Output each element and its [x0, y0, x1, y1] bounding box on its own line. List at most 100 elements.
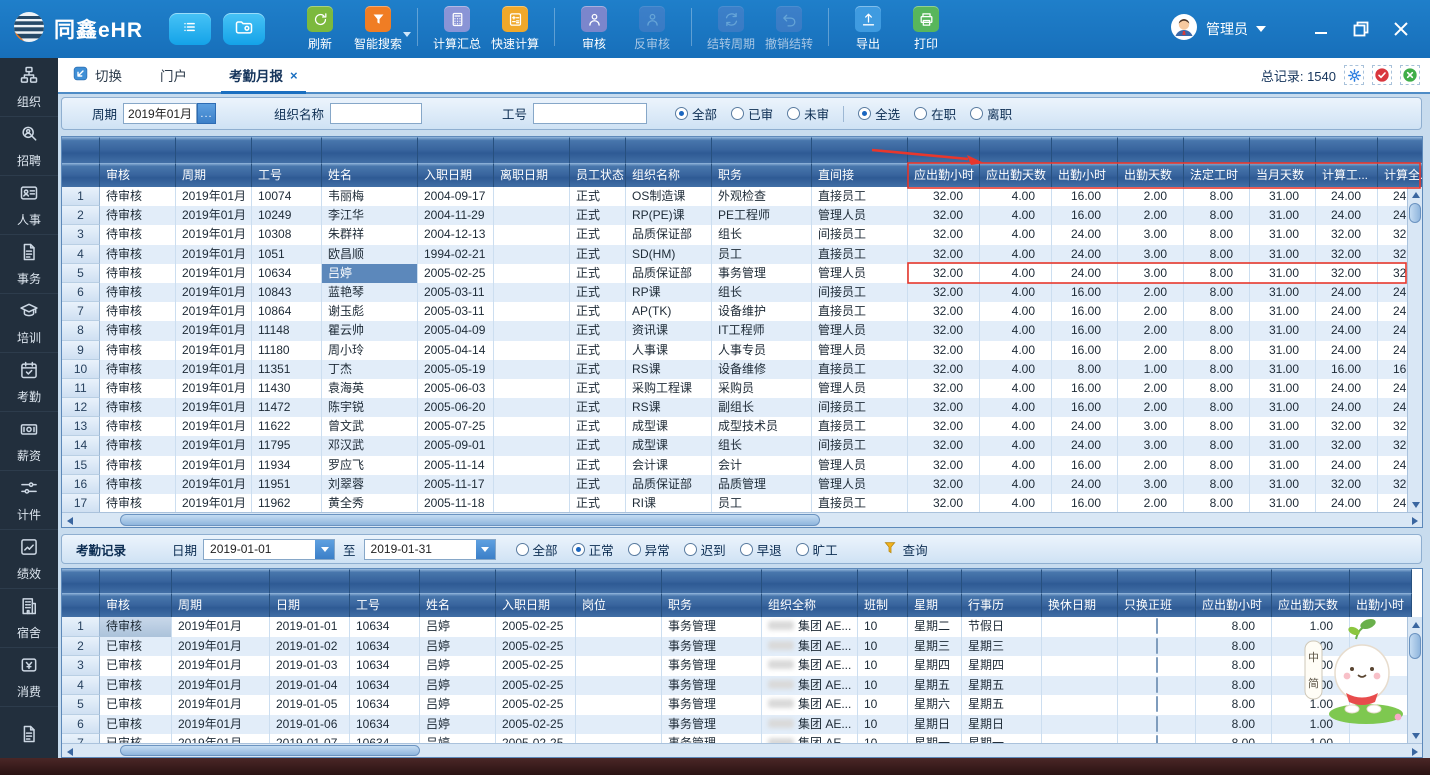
- cell-职务[interactable]: 设备维护: [712, 302, 812, 321]
- cell-职务[interactable]: PE工程师: [712, 206, 812, 225]
- cell-法定工时[interactable]: 8.00: [1184, 283, 1250, 302]
- cell-行事历[interactable]: 节假日: [962, 617, 1042, 637]
- cell-当月天数[interactable]: 31.00: [1250, 379, 1316, 398]
- cell-出勤小时[interactable]: 16.00: [1052, 398, 1118, 417]
- cell-职务[interactable]: 员工: [712, 494, 812, 512]
- cell-只换正班[interactable]: [1118, 637, 1196, 657]
- cell-组织全称[interactable]: 集团 AE...: [762, 617, 858, 637]
- query-button[interactable]: 查询: [882, 540, 928, 559]
- cell-应出勤天数[interactable]: 4.00: [980, 379, 1052, 398]
- cell-工号[interactable]: 10634: [350, 617, 420, 637]
- cell-班制[interactable]: 10: [858, 637, 908, 657]
- cell-工号[interactable]: 11430: [252, 379, 322, 398]
- column-header-周期[interactable]: 周期: [176, 163, 252, 187]
- cell-应出勤天数[interactable]: 4.00: [980, 398, 1052, 417]
- cell-组织名称[interactable]: RI课: [626, 494, 712, 512]
- cell-换休日期[interactable]: [1042, 617, 1118, 637]
- cell-组织全称[interactable]: 集团 AE...: [762, 637, 858, 657]
- cell-审核[interactable]: 待审核: [100, 436, 176, 455]
- cell-职务[interactable]: 事务管理: [662, 617, 762, 637]
- row-number[interactable]: 6: [62, 283, 100, 302]
- cell-法定工时[interactable]: 8.00: [1184, 417, 1250, 436]
- cell-直间接[interactable]: 直接员工: [812, 494, 908, 512]
- cell-出勤小时[interactable]: 8.00: [1052, 360, 1118, 379]
- row-number[interactable]: 5: [62, 695, 100, 715]
- cell-换休日期[interactable]: [1042, 695, 1118, 715]
- column-header-入职日期[interactable]: 入职日期: [418, 163, 494, 187]
- sidebar-item-more[interactable]: [0, 707, 58, 758]
- emp-no-input[interactable]: [533, 103, 647, 124]
- row-number[interactable]: 1: [62, 617, 100, 637]
- cell-应出勤天数[interactable]: 1.00: [1272, 715, 1350, 735]
- cell-星期[interactable]: 星期三: [908, 637, 962, 657]
- cell-审核[interactable]: 待审核: [100, 456, 176, 475]
- column-header-工号[interactable]: 工号: [350, 593, 420, 617]
- cell-姓名[interactable]: 吕婷: [420, 637, 496, 657]
- sidebar-item-hr[interactable]: 人事: [0, 176, 58, 235]
- radio-state-早退[interactable]: 早退: [740, 540, 782, 559]
- cell-计算工...[interactable]: 24.00: [1316, 321, 1378, 340]
- cell-姓名[interactable]: 欧昌顺: [322, 245, 418, 264]
- cell-出勤天数[interactable]: 1.00: [1118, 360, 1184, 379]
- cell-离职日期[interactable]: [494, 494, 570, 512]
- cell-出勤天数[interactable]: 3.00: [1118, 245, 1184, 264]
- cell-法定工时[interactable]: 8.00: [1184, 475, 1250, 494]
- cell-星期[interactable]: 星期日: [908, 715, 962, 735]
- cell-计算工...[interactable]: 32.00: [1316, 436, 1378, 455]
- cell-职务[interactable]: 事务管理: [662, 715, 762, 735]
- scroll-down-icon[interactable]: [1408, 497, 1423, 512]
- cell-离职日期[interactable]: [494, 341, 570, 360]
- cell-计算工...[interactable]: 16.00: [1316, 360, 1378, 379]
- cell-员工状态[interactable]: 正式: [570, 379, 626, 398]
- cell-审核[interactable]: 待审核: [100, 494, 176, 512]
- cell-周期[interactable]: 2019年01月: [176, 494, 252, 512]
- column-header-当月天数[interactable]: 当月天数: [1250, 163, 1316, 187]
- cell-岗位[interactable]: [576, 715, 662, 735]
- cell-职务[interactable]: 事务管理: [662, 637, 762, 657]
- cell-出勤小时[interactable]: 16.00: [1052, 379, 1118, 398]
- cell-应出勤小时[interactable]: 32.00: [908, 379, 980, 398]
- cell-直间接[interactable]: 管理人员: [812, 475, 908, 494]
- table-row[interactable]: 8待审核2019年01月11148瞿云帅2005-04-09正式资讯课IT工程师…: [62, 321, 1422, 340]
- column-header-审核[interactable]: 审核: [100, 593, 172, 617]
- cell-入职日期[interactable]: 1994-02-21: [418, 245, 494, 264]
- row-number[interactable]: 16: [62, 475, 100, 494]
- cell-员工状态[interactable]: 正式: [570, 225, 626, 244]
- column-header-组织名称[interactable]: 组织名称: [626, 163, 712, 187]
- cell-职务[interactable]: 成型技术员: [712, 417, 812, 436]
- row-number[interactable]: 13: [62, 417, 100, 436]
- cell-应出勤天数[interactable]: 4.00: [980, 206, 1052, 225]
- sidebar-item-recruit[interactable]: 招聘: [0, 117, 58, 176]
- cell-应出勤小时[interactable]: 32.00: [908, 494, 980, 512]
- cell-员工状态[interactable]: 正式: [570, 436, 626, 455]
- cell-应出勤小时[interactable]: 8.00: [1196, 715, 1272, 735]
- cell-组织名称[interactable]: 成型课: [626, 436, 712, 455]
- radio-audit-未审[interactable]: 未审: [787, 104, 829, 123]
- tool-smart-search-button[interactable]: 智能搜索: [349, 6, 407, 52]
- table1-vscroll-thumb[interactable]: [1409, 203, 1421, 223]
- cell-组织名称[interactable]: RP(PE)课: [626, 206, 712, 225]
- cell-岗位[interactable]: [576, 656, 662, 676]
- cell-当月天数[interactable]: 31.00: [1250, 436, 1316, 455]
- cell-应出勤小时[interactable]: 8.00: [1196, 617, 1272, 637]
- cell-换休日期[interactable]: [1042, 676, 1118, 696]
- cell-职务[interactable]: 组长: [712, 436, 812, 455]
- cell-日期[interactable]: 2019-01-06: [270, 715, 350, 735]
- radio-status-在职[interactable]: 在职: [914, 104, 956, 123]
- cell-出勤天数[interactable]: 2.00: [1118, 206, 1184, 225]
- cell-出勤天数[interactable]: 2.00: [1118, 187, 1184, 206]
- scroll-left-icon[interactable]: [62, 513, 77, 528]
- cell-当月天数[interactable]: 31.00: [1250, 302, 1316, 321]
- cell-姓名[interactable]: 吕婷: [420, 695, 496, 715]
- cell-周期[interactable]: 2019年01月: [176, 206, 252, 225]
- table-row[interactable]: 9待审核2019年01月11180周小玲2005-04-14正式人事课人事专员管…: [62, 341, 1422, 360]
- cell-离职日期[interactable]: [494, 225, 570, 244]
- cell-周期[interactable]: 2019年01月: [176, 321, 252, 340]
- cell-日期[interactable]: 2019-01-03: [270, 656, 350, 676]
- column-header-rownum[interactable]: [62, 163, 100, 187]
- cell-换休日期[interactable]: [1042, 715, 1118, 735]
- column-header-只换正班[interactable]: 只换正班: [1118, 593, 1196, 617]
- table-row[interactable]: 5待审核2019年01月10634吕婷2005-02-25正式品质保证部事务管理…: [62, 264, 1422, 283]
- column-header-计算工...[interactable]: 计算工...: [1316, 163, 1378, 187]
- column-header-姓名[interactable]: 姓名: [322, 163, 418, 187]
